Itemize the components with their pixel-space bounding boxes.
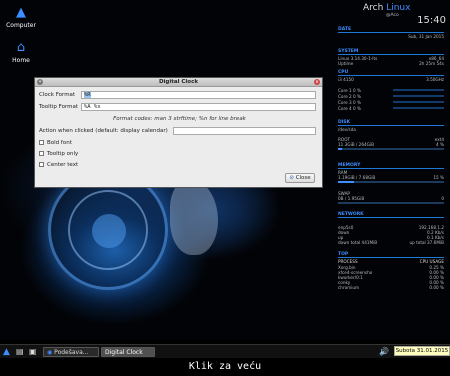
desktop-icon-home[interactable]: ⌂ Home [0, 40, 46, 65]
divider [338, 32, 444, 33]
clock-format-input[interactable]: %R [81, 91, 316, 99]
footer-caption: Klik za veću [0, 358, 450, 376]
digital-clock-dialog: • Digital Clock × Clock Format %R Toolti… [34, 77, 323, 188]
checkbox-box[interactable] [39, 140, 44, 145]
conky-core-graph [393, 89, 444, 109]
conky-totals-row: down total 441MiB up total 37.6MiB [338, 240, 444, 245]
taskbar: ▲ ▤ ▣ ◉ Podešava... Digital Clock 🔊 [0, 344, 450, 358]
conky-date: Sub, 31 Jan 2015 [408, 34, 444, 39]
conky-ram-row: 1.19GiB / 7.68GiB 15 % [338, 175, 444, 180]
desktop-icon-label: Home [12, 57, 30, 64]
center-text-checkbox[interactable]: Center text [39, 162, 78, 168]
conky-system-monitor: Arch Linux @Aco 15:40 DATE Sub, 31 Jan 2… [333, 0, 450, 340]
tooltip-format-label: Tooltip Format [39, 104, 78, 110]
task-podesavanja[interactable]: ◉ Podešava... [43, 347, 99, 357]
task-digital-clock[interactable]: Digital Clock [101, 347, 155, 357]
conky-swap-bar [338, 202, 444, 204]
volume-icon[interactable]: 🔊 [379, 347, 389, 357]
close-button[interactable]: ⊘ Close [285, 173, 315, 183]
divider [338, 217, 444, 218]
conky-disk-name: /dev/sda [338, 127, 356, 132]
checkbox-box[interactable] [39, 151, 44, 156]
conky-core-4: Core 4 0 % [338, 106, 361, 111]
dialog-title: Digital Clock [158, 79, 199, 85]
divider [338, 75, 444, 76]
conky-top-header: PROCESS CPU USAGE [338, 259, 444, 264]
divider [338, 54, 444, 55]
conky-swap-row: 0B / 1.95GiB 0 [338, 196, 444, 201]
conky-root-usage-row: 11.3GiB / 264GiB 4 % [338, 142, 444, 147]
conky-process-row: chromium 0.00 % [338, 285, 444, 290]
tooltip-only-checkbox[interactable]: Tooltip only [39, 151, 78, 157]
divider [338, 125, 444, 126]
tooltip-format-input[interactable]: %A %x [81, 103, 316, 111]
taskbar-clock[interactable]: Subota 31.01.2015 [394, 346, 450, 356]
action-input[interactable] [173, 127, 316, 135]
conky-core-1: Core 1 0 % [338, 88, 361, 93]
conky-core-3: Core 3 0 % [338, 100, 361, 105]
divider [338, 257, 444, 258]
conky-ram-bar [338, 181, 444, 183]
terminal-icon[interactable]: ▣ [29, 347, 37, 357]
conky-uptime-row: Uptime 2h 25m 54s [338, 61, 444, 66]
conky-core-2: Core 2 0 % [338, 94, 361, 99]
wallpaper-face [170, 180, 218, 255]
conky-user: @Aco [386, 13, 399, 18]
window-menu-icon[interactable]: • [37, 79, 43, 85]
action-label: Action when clicked (default: display ca… [39, 128, 168, 134]
wallpaper-headphone-core [92, 214, 126, 248]
bold-font-checkbox[interactable]: Bold font [39, 140, 72, 146]
desktop-icon-computer[interactable]: ▲ Computer [0, 5, 46, 30]
conky-cpu-row: i3 4150 3.50GHz [338, 77, 444, 82]
checkbox-box[interactable] [39, 162, 44, 167]
desktop-icon-label: Computer [6, 22, 36, 29]
conky-os-title: Arch Linux [363, 3, 411, 13]
divider [338, 168, 444, 169]
close-window-icon[interactable]: × [314, 79, 320, 85]
format-hint: Format codes: man 3 strftime; %n for lin… [113, 116, 246, 122]
conky-root-bar [338, 148, 444, 150]
dialog-titlebar[interactable]: • Digital Clock × [35, 78, 322, 87]
clock-format-label: Clock Format [39, 92, 76, 98]
arch-logo-icon: ▲ [16, 5, 26, 20]
conky-time: 15:40 [417, 15, 446, 26]
desktop-background: ▲ Computer ⌂ Home Arch Linux @Aco 15:40 … [0, 0, 450, 340]
arch-menu-icon[interactable]: ▲ [3, 347, 10, 357]
home-folder-icon: ⌂ [16, 40, 26, 55]
close-circle-icon: ⊘ [289, 175, 294, 181]
settings-icon: ◉ [47, 349, 53, 356]
file-manager-icon[interactable]: ▤ [16, 347, 24, 357]
